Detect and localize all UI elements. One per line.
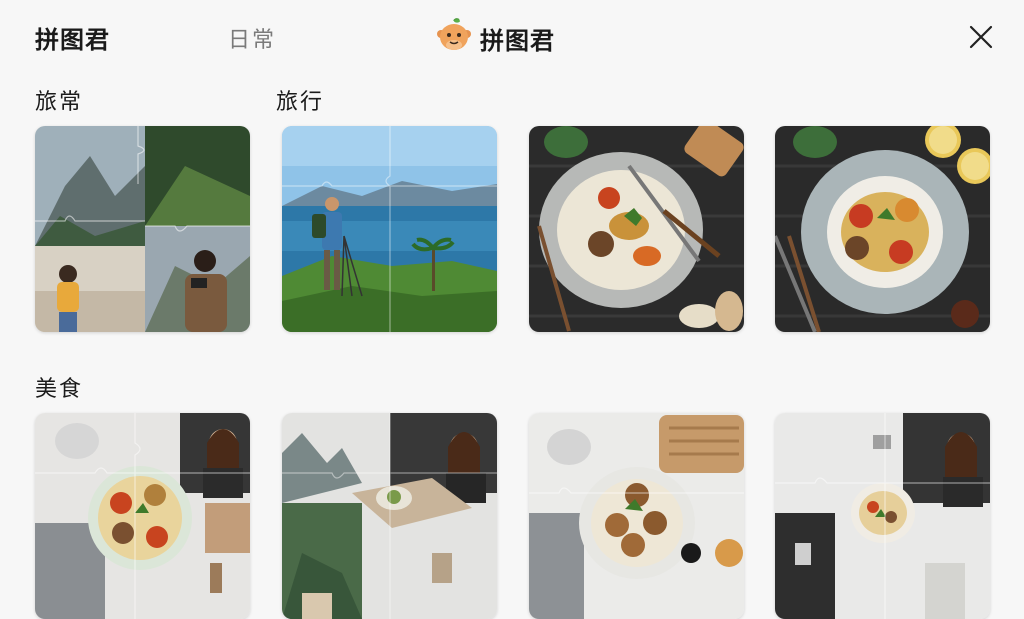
app-title: 拼图君: [35, 26, 110, 54]
brand-name: 拼图君: [480, 26, 555, 55]
tab-daily[interactable]: 日常: [228, 22, 276, 54]
brand: 拼图君: [436, 18, 555, 58]
section-title-meishi: 美食: [35, 377, 84, 402]
puzzle-tile-food-portrait[interactable]: [35, 413, 250, 619]
mascot-logo-icon: [436, 18, 472, 58]
puzzle-tile-food-portrait-2[interactable]: [775, 413, 990, 619]
close-button[interactable]: [966, 22, 996, 52]
top-bar: 拼图君 日常 拼图君: [0, 0, 1024, 76]
puzzle-tile-food-tray[interactable]: [529, 413, 744, 619]
puzzle-tile-hiker-lake[interactable]: [282, 126, 497, 332]
puzzle-tile-food-bowl[interactable]: [775, 126, 990, 332]
section-title-lvchang: 旅常: [35, 90, 84, 115]
puzzle-tile-mountain-photographer[interactable]: [35, 126, 250, 332]
puzzle-tile-mountain-portrait[interactable]: [282, 413, 497, 619]
puzzle-tile-food-plate[interactable]: [529, 126, 744, 332]
close-icon: [969, 25, 993, 49]
section-title-lvxing: 旅行: [276, 90, 325, 115]
